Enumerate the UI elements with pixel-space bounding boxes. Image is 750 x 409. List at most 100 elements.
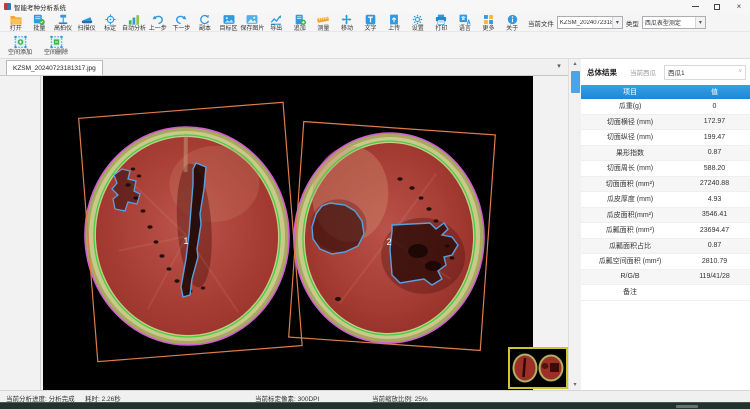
table-row: 瓜重(g)0 bbox=[581, 99, 750, 115]
toolbar-button-language[interactable]: 语言 bbox=[453, 14, 477, 32]
watermelon-analysis-scene: 1 bbox=[43, 76, 533, 390]
table-row: 备注 bbox=[581, 285, 750, 301]
toolbar-button-append[interactable]: 追加 bbox=[288, 14, 312, 32]
open-folder-icon bbox=[9, 14, 23, 25]
scroll-up-icon[interactable]: ▴ bbox=[569, 59, 581, 69]
app-logo-icon bbox=[4, 3, 11, 10]
space-delete-icon bbox=[49, 35, 64, 49]
toolbar-button-export[interactable]: 导出 bbox=[264, 14, 288, 32]
current-melon-value: 西瓜1 bbox=[668, 67, 738, 77]
window-title: 智能考种分析系统 bbox=[14, 2, 66, 12]
calibration-icon bbox=[104, 14, 117, 25]
table-row: 果形指数0.87 bbox=[581, 146, 750, 162]
canvas-left-margin bbox=[0, 76, 41, 390]
table-row: 瓜皮厚度 (mm)4.93 bbox=[581, 192, 750, 208]
toolbar-button-auto-analysis[interactable]: 自动分析 bbox=[122, 14, 146, 32]
toolbar-button-print[interactable]: 打印 bbox=[430, 14, 454, 32]
type-label: 类型 bbox=[626, 18, 639, 28]
current-melon-label: 当前西瓜 bbox=[630, 67, 656, 77]
scroll-down-icon[interactable]: ▾ bbox=[569, 380, 581, 390]
results-panel: 总体结果 当前西瓜 西瓜1 ˅ 项目 值 瓜重(g)0 切面横径 (mm)172… bbox=[581, 59, 750, 390]
toolbar-button-space-add[interactable]: 空间添加 bbox=[5, 35, 35, 56]
panel-scrollbar[interactable]: ▴ ▾ bbox=[568, 59, 581, 390]
chevron-down-icon: ▾ bbox=[612, 17, 622, 28]
toolbar-button-upload[interactable]: 上传 bbox=[382, 14, 406, 32]
toolbar-button-measure[interactable]: 测量 bbox=[312, 14, 336, 32]
panel-title: 总体结果 bbox=[587, 67, 617, 78]
table-row: 瓜瓤面积 (mm²)23694.47 bbox=[581, 223, 750, 239]
toolbar-button-batch[interactable]: 批量 bbox=[28, 14, 52, 32]
doc-camera-icon bbox=[56, 14, 70, 25]
chevron-down-icon: ▾ bbox=[695, 17, 705, 28]
upload-icon bbox=[387, 14, 401, 25]
table-row: 瓜瓤空间面积 (mm²)2810.79 bbox=[581, 254, 750, 270]
scrollbar-thumb[interactable] bbox=[571, 71, 580, 93]
melon1-number: 1 bbox=[183, 236, 188, 246]
type-value: 西瓜表型测定 bbox=[645, 18, 695, 27]
table-row: 切面面积 (mm²)27240.88 bbox=[581, 177, 750, 193]
main-toolbar: 打开 批量 高拍仪 扫描仪 标定 自动分析 上一步 下一步 bbox=[0, 13, 750, 32]
more-grid-icon bbox=[482, 14, 495, 25]
toolbar-button-more[interactable]: 更多 bbox=[477, 14, 501, 32]
redo-arrow-icon bbox=[174, 14, 188, 25]
space-add-icon bbox=[13, 35, 28, 49]
auto-analysis-icon bbox=[127, 14, 141, 25]
toolbar-button-scanner[interactable]: 扫描仪 bbox=[75, 14, 99, 32]
toolbar-button-prev-step[interactable]: 上一步 bbox=[146, 14, 170, 32]
undo-arrow-icon bbox=[151, 14, 165, 25]
table-row: 瓜瓤面积占比0.87 bbox=[581, 239, 750, 255]
toolbar-button-save-image[interactable]: 保存图片 bbox=[240, 14, 264, 32]
taskbar-clock-smudge bbox=[676, 405, 698, 408]
toolbar-button-space-delete[interactable]: 空间删除 bbox=[41, 35, 71, 56]
current-file-combobox[interactable]: KZSM_20240723181317 ▾ bbox=[557, 16, 623, 29]
header-value: 值 bbox=[679, 85, 750, 99]
table-row: R/G/B119/41/28 bbox=[581, 270, 750, 286]
app-window: 智能考种分析系统 × 打开 批量 高拍仪 扫描仪 标定 bbox=[0, 0, 750, 409]
close-button[interactable]: × bbox=[728, 0, 750, 13]
batch-icon bbox=[32, 14, 46, 25]
text-tool-icon bbox=[364, 14, 377, 25]
melon2-number: 2 bbox=[386, 237, 391, 247]
toolbar-button-doc-camera[interactable]: 高拍仪 bbox=[51, 14, 75, 32]
tab-active-image[interactable]: KZSM_20240723181317.jpg bbox=[6, 60, 103, 75]
space-toolbar: 空间添加 空间删除 bbox=[0, 33, 750, 59]
target-area-image-icon bbox=[222, 14, 236, 25]
toolbar-button-duplicate[interactable]: 副本 bbox=[193, 14, 217, 32]
canvas-workspace: 1 bbox=[0, 76, 568, 390]
scanner-icon bbox=[80, 14, 94, 25]
current-file-value: KZSM_20240723181317 bbox=[560, 20, 612, 26]
append-doc-icon bbox=[293, 14, 307, 25]
ruler-icon bbox=[316, 14, 330, 25]
save-image-icon bbox=[245, 14, 259, 25]
table-row: 切面周长 (mm)588.20 bbox=[581, 161, 750, 177]
type-combobox[interactable]: 西瓜表型测定 ▾ bbox=[642, 16, 706, 29]
current-melon-combobox[interactable]: 西瓜1 ˅ bbox=[664, 65, 746, 80]
image-canvas[interactable]: 1 bbox=[43, 76, 533, 390]
title-bar: 智能考种分析系统 × bbox=[0, 0, 750, 13]
toolbar-button-next-step[interactable]: 下一步 bbox=[170, 14, 194, 32]
current-file-label: 当前文件 bbox=[528, 18, 554, 28]
tab-list-dropdown[interactable]: ▾ bbox=[553, 62, 565, 73]
table-row: 瓜皮面积(mm²)3546.41 bbox=[581, 208, 750, 224]
language-icon bbox=[458, 14, 472, 25]
minimize-button[interactable] bbox=[684, 0, 706, 13]
taskbar-strip bbox=[0, 402, 750, 409]
maximize-button[interactable] bbox=[706, 0, 728, 13]
chevron-down-icon: ˅ bbox=[738, 69, 742, 75]
main-content: KZSM_20240723181317.jpg ▾ bbox=[0, 59, 750, 390]
refresh-icon bbox=[198, 14, 211, 25]
toolbar-button-calibration[interactable]: 标定 bbox=[98, 14, 122, 32]
table-row: 切面纵径 (mm)199.47 bbox=[581, 130, 750, 146]
toolbar-button-target-area[interactable]: 目标区 bbox=[217, 14, 241, 32]
gear-icon bbox=[411, 14, 424, 25]
header-item: 项目 bbox=[581, 85, 679, 99]
toolbar-button-text[interactable]: 文字 bbox=[359, 14, 383, 32]
navigator-thumbnail[interactable] bbox=[508, 347, 568, 389]
export-chart-icon bbox=[269, 14, 283, 25]
toolbar-button-settings[interactable]: 设置 bbox=[406, 14, 430, 32]
printer-icon bbox=[434, 14, 448, 25]
toolbar-button-move[interactable]: 移动 bbox=[335, 14, 359, 32]
move-arrows-icon bbox=[340, 14, 353, 25]
toolbar-button-about[interactable]: 关于 bbox=[500, 14, 524, 32]
toolbar-button-open[interactable]: 打开 bbox=[4, 14, 28, 32]
